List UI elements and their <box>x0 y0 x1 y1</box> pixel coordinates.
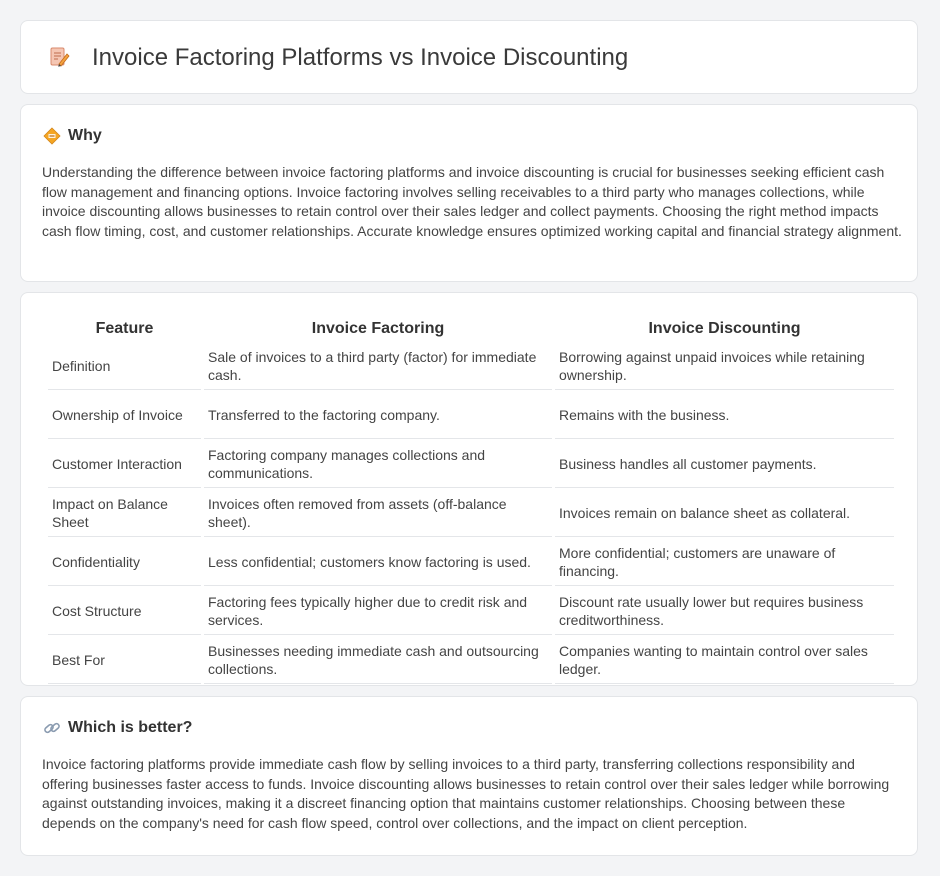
table-row: Cost Structure Factoring fees typically … <box>48 588 894 635</box>
page-title: Invoice Factoring Platforms vs Invoice D… <box>92 44 629 71</box>
discounting-cell: Invoices remain on balance sheet as coll… <box>555 490 894 537</box>
discounting-cell: Business handles all customer payments. <box>555 441 894 488</box>
header-feature: Feature <box>95 320 154 337</box>
which-is-better-text: Invoice factoring platforms provide imme… <box>42 756 890 831</box>
discounting-cell: Discount rate usually lower but requires… <box>555 588 894 635</box>
discounting-cell: Remains with the business. <box>555 392 894 439</box>
table-header-row: Feature Invoice Factoring Invoice Discou… <box>48 315 894 341</box>
factoring-cell: Factoring company manages collections an… <box>204 441 552 488</box>
factoring-cell: Sale of invoices to a third party (facto… <box>204 343 552 390</box>
feature-cell: Best For <box>48 637 201 684</box>
discounting-cell: Borrowing against unpaid invoices while … <box>555 343 894 390</box>
table-row: Confidentiality Less confidential; custo… <box>48 539 894 586</box>
table-row: Customer Interaction Factoring company m… <box>48 441 894 488</box>
header-invoice-factoring: Invoice Factoring <box>311 320 445 337</box>
factoring-cell: Transferred to the factoring company. <box>204 392 552 439</box>
factoring-cell: Invoices often removed from assets (off-… <box>204 490 552 537</box>
header-card: Invoice Factoring Platforms vs Invoice D… <box>20 20 918 94</box>
header-invoice-discounting: Invoice Discounting <box>648 320 801 337</box>
feature-cell: Ownership of Invoice <box>48 392 201 439</box>
document-pencil-icon <box>50 47 70 67</box>
which-is-better-heading: Which is better? <box>68 719 193 736</box>
comparison-section: Feature Invoice Factoring Invoice Discou… <box>20 292 918 686</box>
link-icon <box>44 722 60 734</box>
feature-cell: Customer Interaction <box>48 441 201 488</box>
table-row: Definition Sale of invoices to a third p… <box>48 343 894 390</box>
why-heading: Why <box>68 127 102 144</box>
why-section: Why Understanding the difference between… <box>20 104 918 282</box>
table-row: Ownership of Invoice Transferred to the … <box>48 392 894 439</box>
which-is-better-section: Which is better? Invoice factoring platf… <box>20 696 918 856</box>
comparison-table: Feature Invoice Factoring Invoice Discou… <box>45 313 897 686</box>
table-row: Best For Businesses needing immediate ca… <box>48 637 894 684</box>
feature-cell: Confidentiality <box>48 539 201 586</box>
feature-cell: Impact on Balance Sheet <box>48 490 201 537</box>
factoring-cell: Factoring fees typically higher due to c… <box>204 588 552 635</box>
discounting-cell: More confidential; customers are unaware… <box>555 539 894 586</box>
feature-cell: Cost Structure <box>48 588 201 635</box>
why-text: Understanding the difference between inv… <box>42 164 902 239</box>
discounting-cell: Companies wanting to maintain control ov… <box>555 637 894 684</box>
table-row: Impact on Balance Sheet Invoices often r… <box>48 490 894 537</box>
factoring-cell: Businesses needing immediate cash and ou… <box>204 637 552 684</box>
feature-cell: Definition <box>48 343 201 390</box>
diamond-sign-icon <box>43 127 61 145</box>
factoring-cell: Less confidential; customers know factor… <box>204 539 552 586</box>
